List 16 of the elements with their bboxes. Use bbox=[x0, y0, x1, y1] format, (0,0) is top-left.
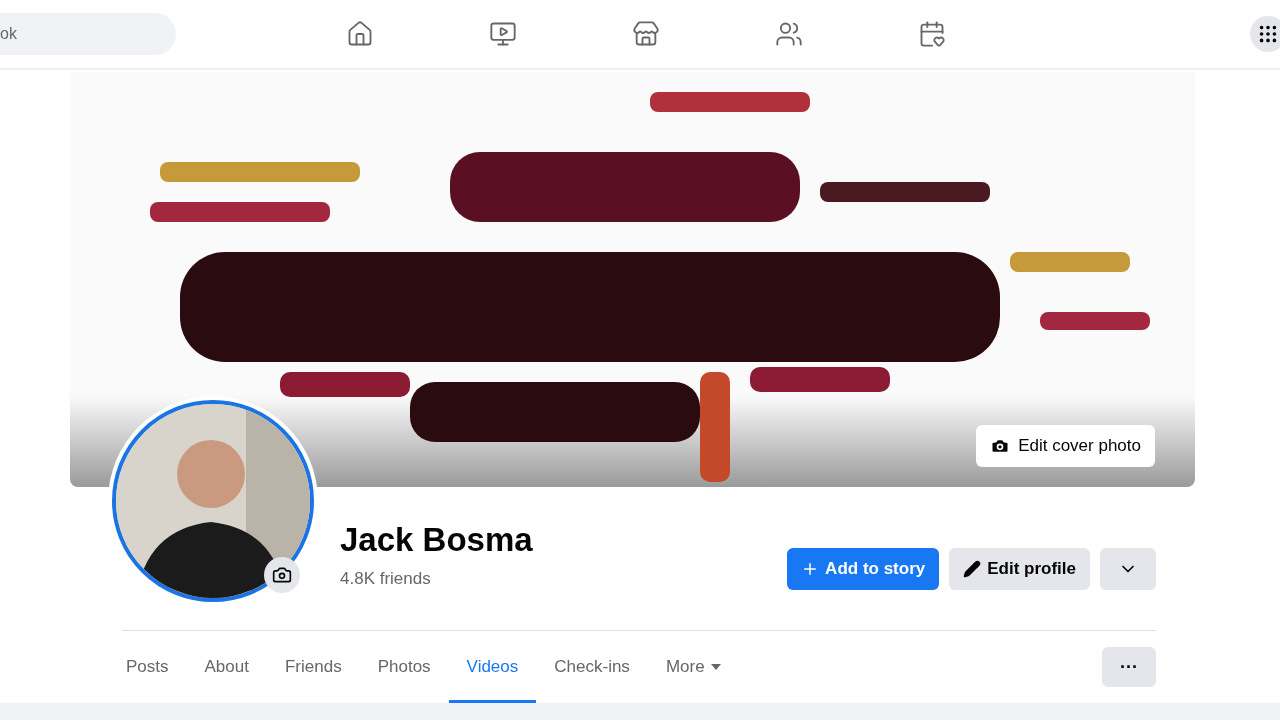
camera-icon[interactable] bbox=[264, 557, 300, 593]
edit-profile-button[interactable]: Edit profile bbox=[949, 548, 1090, 590]
search-field[interactable]: ok bbox=[0, 13, 176, 55]
profile-name: Jack Bosma bbox=[340, 521, 533, 559]
profile-tab[interactable]: Posts bbox=[108, 631, 187, 703]
menu-icon[interactable] bbox=[1250, 16, 1280, 52]
pencil-icon bbox=[963, 560, 982, 578]
friends-count[interactable]: 4.8K friends bbox=[340, 569, 533, 589]
more-options-button[interactable]: ··· bbox=[1102, 647, 1156, 687]
profile-tab[interactable]: More bbox=[647, 631, 739, 703]
profile-tab[interactable]: Photos bbox=[359, 631, 449, 703]
caret-icon bbox=[710, 664, 721, 670]
profile-tab[interactable]: Friends bbox=[266, 631, 360, 703]
profile-tab[interactable]: About bbox=[186, 631, 267, 703]
profile-tab[interactable]: Check-ins bbox=[536, 631, 648, 703]
add-to-story-button[interactable]: Add to story bbox=[787, 548, 940, 590]
